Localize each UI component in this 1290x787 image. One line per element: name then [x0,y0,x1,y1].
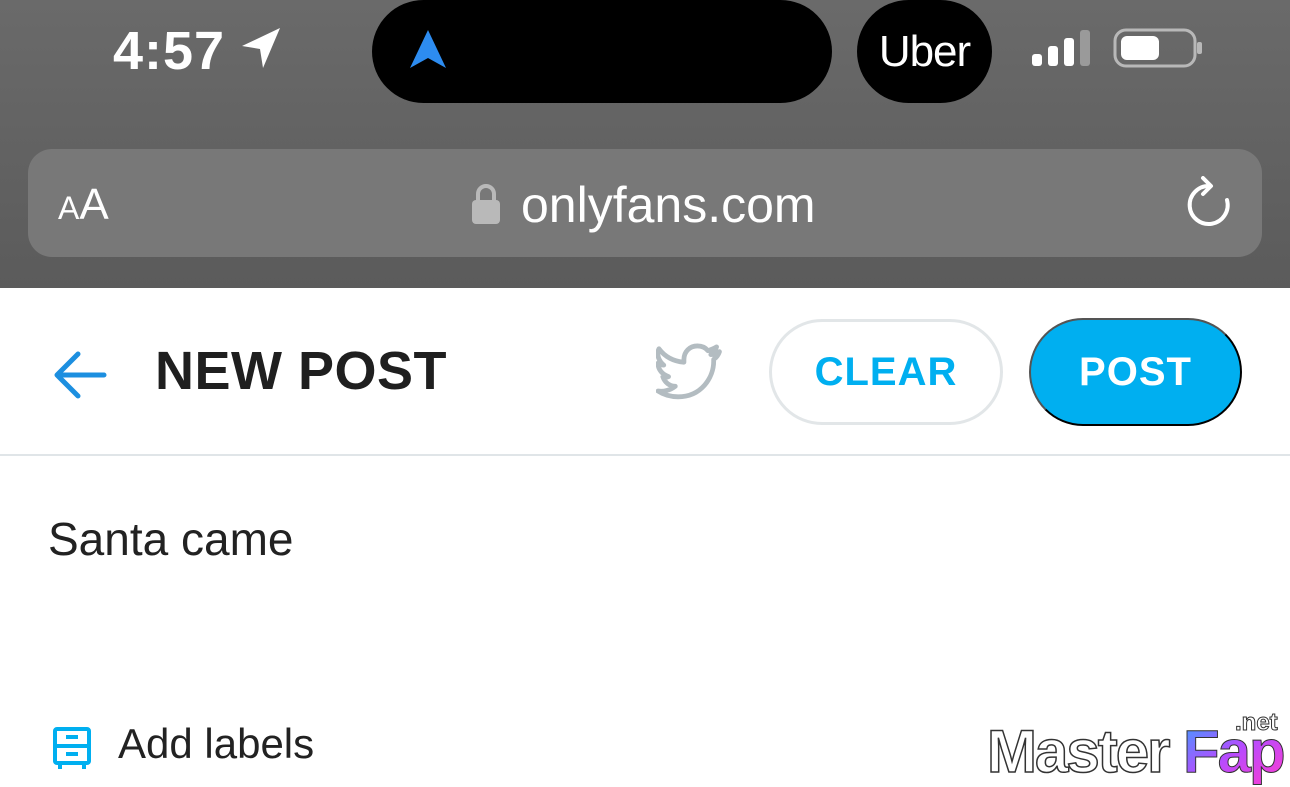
twitter-icon[interactable] [655,343,724,406]
post-text-input[interactable]: Santa came [48,512,293,566]
clear-button[interactable]: CLEAR [769,319,1003,425]
status-time: 4:57 [113,21,226,81]
watermark-logo: Master Fap .net [987,709,1287,786]
post-button[interactable]: POST [1029,318,1242,426]
reload-icon[interactable] [1184,176,1234,237]
back-arrow-icon[interactable] [52,346,110,409]
labels-icon[interactable] [52,726,92,775]
battery-icon [1113,28,1205,73]
page-title: NEW POST [155,341,448,401]
location-arrow-icon [240,26,282,75]
url-text[interactable]: onlyfans.com [521,176,816,234]
svg-text:Master: Master [987,718,1170,785]
cellular-signal-icon [1032,30,1094,73]
navigation-arrow-icon [408,28,448,75]
uber-live-activity[interactable]: Uber [857,0,992,103]
svg-text:.net: .net [1235,709,1278,736]
lock-icon [471,183,501,230]
add-labels-button[interactable]: Add labels [118,720,314,768]
text-size-button[interactable]: AA [58,180,109,233]
